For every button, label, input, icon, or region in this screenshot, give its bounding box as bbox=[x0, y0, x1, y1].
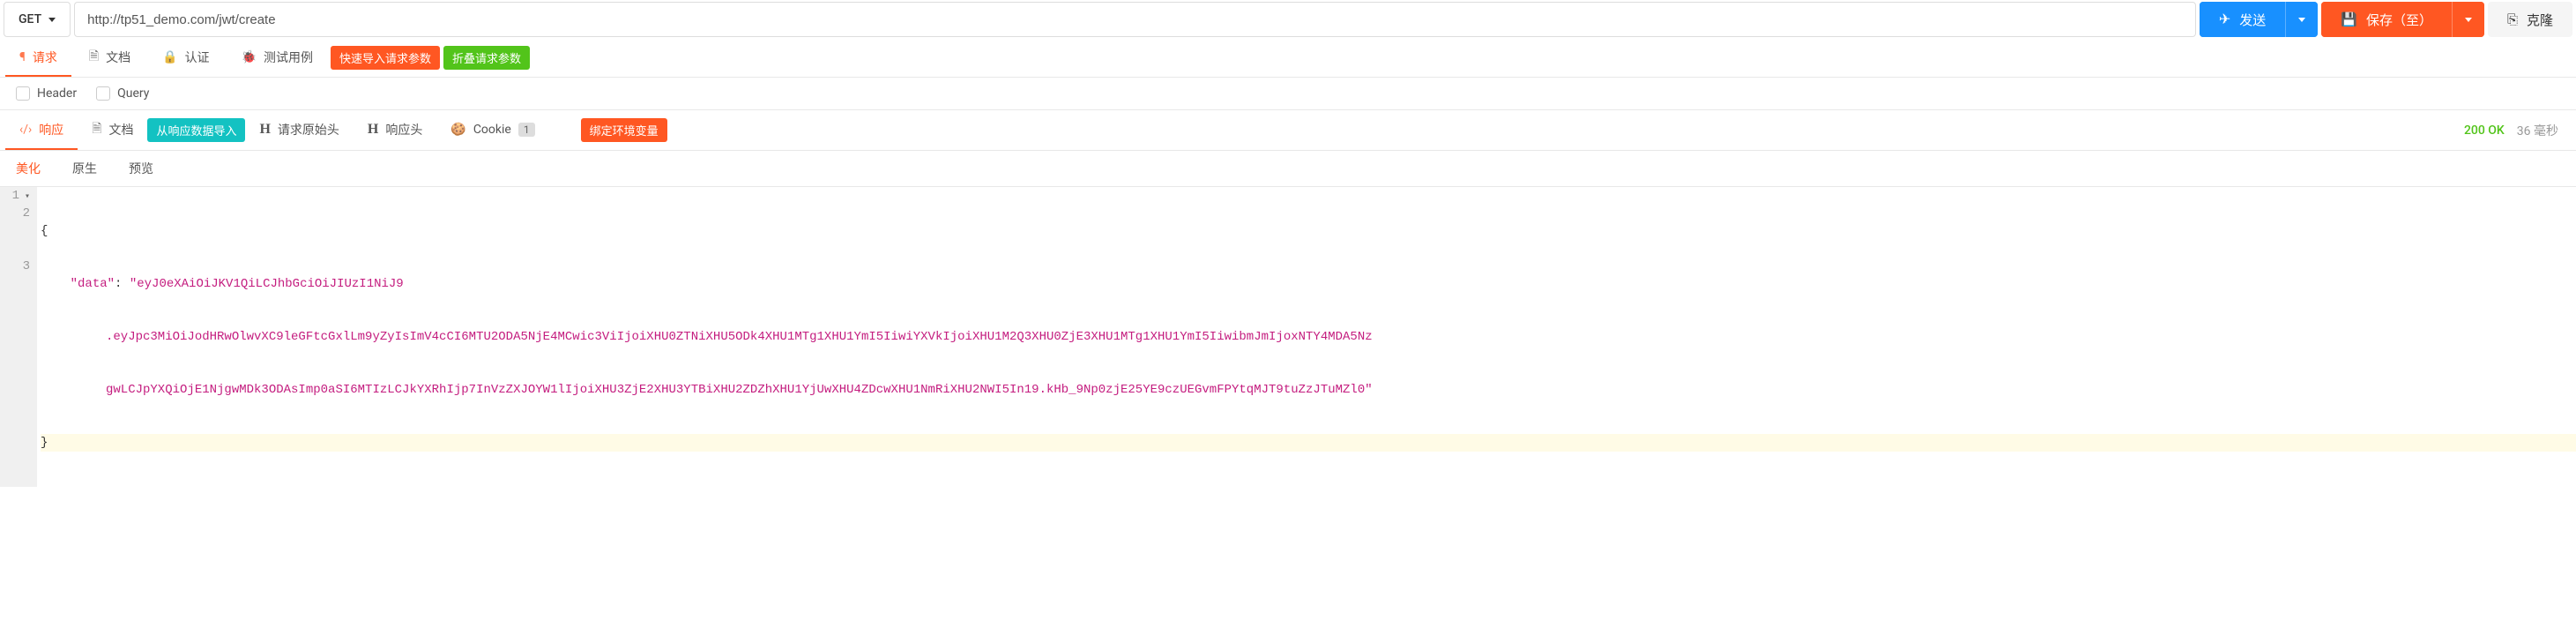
view-raw[interactable]: 原生 bbox=[56, 151, 113, 186]
tab-cookie[interactable]: 🍪 Cookie 1 bbox=[436, 110, 548, 150]
view-beautify[interactable]: 美化 bbox=[0, 151, 56, 186]
document-icon: 🗎 bbox=[89, 47, 99, 68]
tab-response-header[interactable]: H 响应头 bbox=[354, 110, 436, 150]
chevron-down-icon bbox=[48, 18, 56, 22]
send-button-group: 发送 bbox=[2200, 2, 2318, 37]
send-dropdown[interactable] bbox=[2285, 2, 2318, 37]
response-status: 200 OK 36 毫秒 bbox=[2464, 122, 2571, 139]
editor-gutter: 1 2 3 bbox=[0, 187, 37, 487]
tab-doc-label: 文档 bbox=[106, 49, 130, 66]
checkbox-icon bbox=[16, 86, 30, 101]
save-icon: 💾 bbox=[2341, 11, 2357, 27]
tab-response-doc-label: 文档 bbox=[108, 121, 133, 138]
tab-response-header-label: 响应头 bbox=[385, 121, 422, 138]
clone-icon: ⎘ bbox=[2507, 12, 2518, 27]
editor-body[interactable]: { "data": "eyJ0eXAiOiJKV1QiLCJhbGciOiJIU… bbox=[37, 187, 2576, 487]
tab-raw-header[interactable]: H 请求原始头 bbox=[245, 110, 353, 150]
view-preview[interactable]: 预览 bbox=[113, 151, 169, 186]
method-selector[interactable]: GET bbox=[4, 2, 71, 37]
send-label: 发送 bbox=[2239, 11, 2266, 29]
tab-testcase-label: 测试用例 bbox=[264, 49, 313, 66]
chevron-down-icon bbox=[2465, 18, 2472, 22]
code-icon: ‹/› bbox=[19, 123, 32, 137]
status-time: 36 毫秒 bbox=[2517, 122, 2558, 139]
tab-raw-header-label: 请求原始头 bbox=[278, 121, 339, 138]
response-editor[interactable]: 1 2 3 { "data": "eyJ0eXAiOiJKV1QiLCJhbGc… bbox=[0, 187, 2576, 487]
status-code: 200 OK bbox=[2464, 123, 2505, 138]
method-label: GET bbox=[19, 12, 41, 26]
pilcrow-icon: ¶ bbox=[19, 50, 26, 64]
code-brace: { bbox=[41, 222, 48, 240]
clone-button[interactable]: ⎘ 克隆 bbox=[2488, 2, 2572, 37]
line-number: 2 bbox=[0, 205, 30, 222]
tab-testcase[interactable]: 🐞 测试用例 bbox=[227, 39, 327, 77]
header-checkbox[interactable]: Header bbox=[16, 86, 77, 101]
tab-response-doc[interactable]: 🗎 文档 bbox=[78, 110, 147, 150]
code-line: "data": "eyJ0eXAiOiJKV1QiLCJhbGciOiJIUzI… bbox=[41, 275, 404, 293]
url-input[interactable] bbox=[74, 2, 2196, 37]
save-button[interactable]: 💾 保存（至） bbox=[2321, 2, 2452, 37]
send-button[interactable]: 发送 bbox=[2200, 2, 2285, 37]
tab-auth-label: 认证 bbox=[185, 49, 210, 66]
line-number: 3 bbox=[0, 258, 30, 275]
cookie-count-badge: 1 bbox=[518, 123, 535, 137]
checkbox-icon bbox=[96, 86, 110, 101]
query-label: Query bbox=[117, 86, 149, 101]
header-h-icon: H bbox=[368, 122, 378, 138]
save-button-group: 💾 保存（至） bbox=[2321, 2, 2484, 37]
tab-request-label: 请求 bbox=[33, 49, 57, 66]
tab-response-label: 响应 bbox=[39, 121, 63, 138]
tab-request[interactable]: ¶ 请求 bbox=[5, 39, 71, 77]
header-h-icon: H bbox=[259, 122, 270, 138]
code-continuation: .eyJpc3MiOiJodHRwOlwvXC9leGFtcGxlLm9yZyI… bbox=[41, 328, 1373, 346]
query-checkbox[interactable]: Query bbox=[96, 86, 149, 101]
import-from-response-button[interactable]: 从响应数据导入 bbox=[147, 118, 245, 142]
chevron-down-icon bbox=[2298, 18, 2305, 22]
tab-doc[interactable]: 🗎 文档 bbox=[75, 39, 145, 77]
send-icon bbox=[2219, 11, 2230, 28]
save-label: 保存（至） bbox=[2366, 11, 2432, 29]
line-number: 1 bbox=[0, 187, 30, 205]
tab-cookie-label: Cookie bbox=[473, 123, 511, 137]
bug-icon: 🐞 bbox=[242, 50, 257, 64]
save-dropdown[interactable] bbox=[2452, 2, 2484, 37]
collapse-params-button[interactable]: 折叠请求参数 bbox=[443, 46, 530, 70]
code-brace: } bbox=[41, 434, 48, 452]
bind-env-button[interactable]: 绑定环境变量 bbox=[581, 118, 667, 142]
quick-import-params-button[interactable]: 快速导入请求参数 bbox=[331, 46, 440, 70]
code-continuation: gwLCJpYXQiOjE1NjgwMDk3ODAsImp0aSI6MTIzLC… bbox=[41, 381, 1373, 399]
tab-auth[interactable]: 🔒 认证 bbox=[148, 39, 223, 77]
tab-response[interactable]: ‹/› 响应 bbox=[5, 110, 78, 150]
header-label: Header bbox=[37, 86, 77, 101]
lock-icon: 🔒 bbox=[162, 50, 177, 64]
document-icon: 🗎 bbox=[92, 119, 101, 140]
cookie-icon: 🍪 bbox=[450, 123, 465, 137]
clone-label: 克隆 bbox=[2527, 11, 2553, 29]
